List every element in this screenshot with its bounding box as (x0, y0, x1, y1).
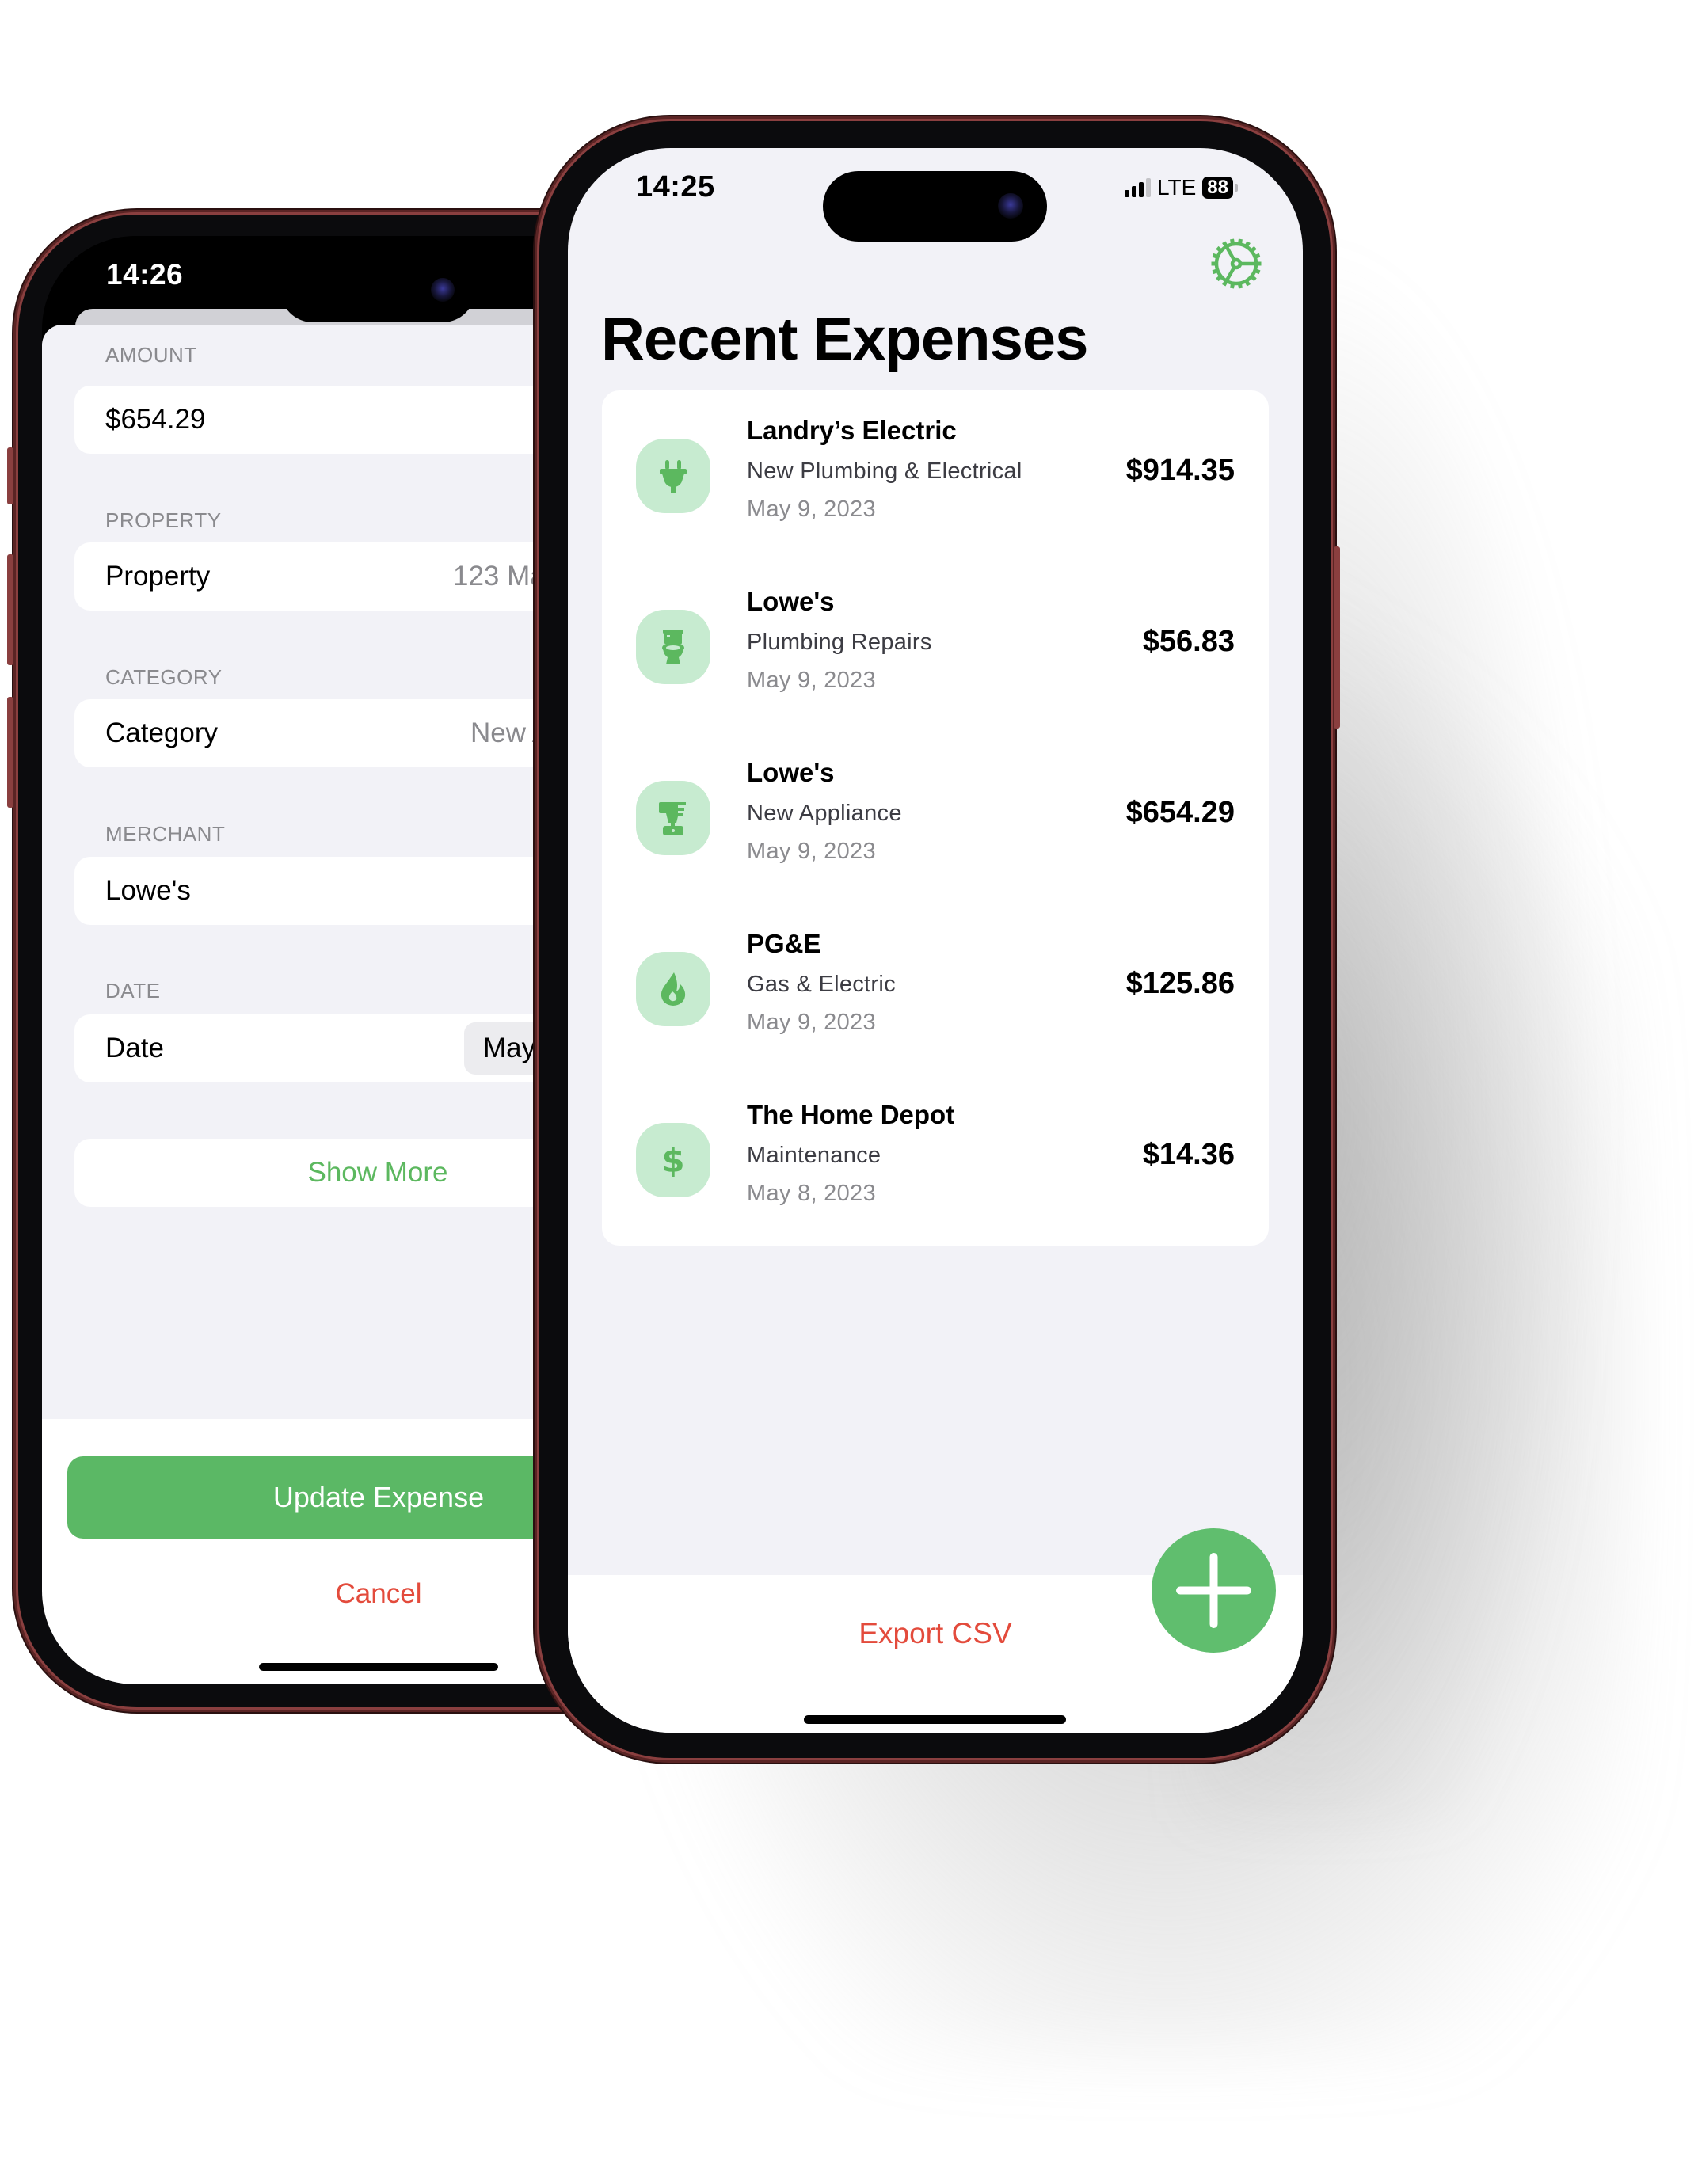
camera-icon (431, 278, 455, 302)
dollar-icon: $ (636, 1123, 710, 1197)
recent-expenses-screen: 14:25 LTE 88 Recent Expenses Landry’s El… (568, 148, 1303, 1733)
property-section-label: PROPERTY (105, 508, 222, 532)
merchant-section-label: MERCHANT (105, 822, 226, 846)
home-indicator (804, 1715, 1066, 1724)
side-button (7, 447, 13, 504)
power-button (1334, 546, 1340, 729)
status-indicators: LTE 88 (1125, 174, 1238, 201)
toilet-icon (636, 610, 710, 684)
expense-category: Maintenance (747, 1143, 881, 1168)
expense-category: Gas & Electric (747, 972, 896, 997)
gear-tooth (1230, 283, 1235, 289)
network-label: LTE (1157, 175, 1197, 200)
date-section-label: DATE (105, 979, 161, 1003)
expense-amount: $914.35 (1125, 454, 1235, 487)
expense-date: May 9, 2023 (747, 497, 876, 522)
gear-tooth (1230, 238, 1235, 244)
expense-row[interactable]: $ The Home Depot Maintenance May 8, 2023… (602, 1075, 1269, 1246)
battery-cap (1234, 184, 1238, 192)
status-time: 14:25 (636, 170, 715, 204)
svg-text:$: $ (661, 1141, 684, 1180)
dynamic-island (280, 257, 475, 322)
home-indicator (259, 1663, 498, 1671)
expense-row[interactable]: Lowe's New Appliance May 9, 2023 $654.29 (602, 732, 1269, 904)
date-label: Date (105, 1033, 164, 1063)
dynamic-island (823, 171, 1047, 242)
expense-amount: $14.36 (1142, 1138, 1235, 1171)
expense-date: May 9, 2023 (747, 839, 876, 864)
expense-amount: $125.86 (1125, 967, 1235, 1000)
gear-tooth (1211, 261, 1216, 266)
camera-icon (998, 193, 1023, 219)
merchant-name: Lowe's (747, 587, 835, 616)
expense-row[interactable]: Landry’s Electric New Plumbing & Electri… (602, 390, 1269, 561)
expense-category: New Appliance (747, 801, 902, 826)
expense-date: May 8, 2023 (747, 1181, 876, 1206)
gear-icon[interactable] (1209, 236, 1264, 291)
page-title: Recent Expenses (601, 306, 1088, 373)
merchant-name: Lowe's (747, 758, 835, 787)
blender-icon (636, 781, 710, 855)
battery-icon: 88 (1202, 177, 1233, 199)
property-label: Property (105, 561, 211, 592)
battery-level: 88 (1207, 177, 1228, 198)
expense-category: Plumbing Repairs (747, 630, 932, 655)
signal-icon (1125, 178, 1151, 197)
expense-amount: $654.29 (1125, 796, 1235, 829)
expense-date: May 9, 2023 (747, 1010, 876, 1035)
expense-category: New Plumbing & Electrical (747, 458, 1022, 484)
expense-list: Landry’s Electric New Plumbing & Electri… (602, 390, 1269, 1246)
expense-row[interactable]: PG&E Gas & Electric May 9, 2023 $125.86 (602, 904, 1269, 1075)
plus-icon (1176, 1553, 1251, 1628)
merchant-name: PG&E (747, 929, 821, 958)
flame-icon (636, 952, 710, 1026)
expense-date: May 9, 2023 (747, 668, 876, 693)
amount-section-label: AMOUNT (105, 343, 197, 367)
expense-row[interactable]: Lowe's Plumbing Repairs May 9, 2023 $56.… (602, 561, 1269, 732)
gear-tooth (1238, 238, 1243, 244)
category-label: Category (105, 717, 219, 748)
volume-up-button (7, 554, 13, 665)
add-expense-button[interactable] (1152, 1528, 1276, 1653)
gear-tooth (1257, 261, 1262, 266)
status-time: 14:26 (106, 258, 184, 291)
volume-down-button (7, 697, 13, 808)
plug-icon (636, 439, 710, 513)
merchant-name: The Home Depot (747, 1100, 955, 1129)
date-picker-value: May (483, 1033, 536, 1063)
gear-tooth (1238, 283, 1243, 289)
merchant-name: Landry’s Electric (747, 416, 957, 445)
amount-value: $654.29 (105, 404, 206, 435)
category-section-label: CATEGORY (105, 665, 223, 689)
expense-amount: $56.83 (1142, 625, 1235, 658)
merchant-value: Lowe's (105, 875, 191, 906)
